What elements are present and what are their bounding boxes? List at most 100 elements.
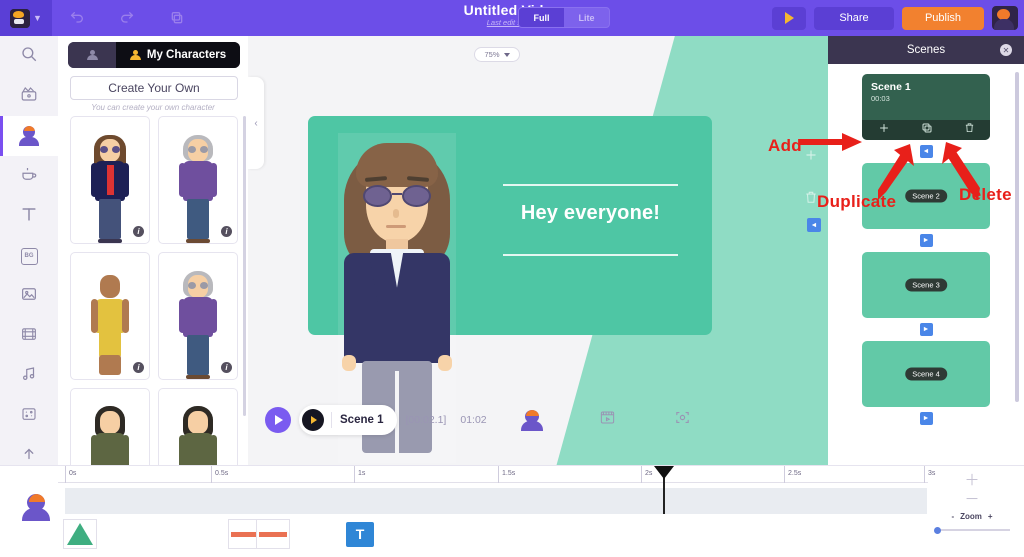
character-info-badge[interactable]: i	[133, 226, 144, 237]
character-card[interactable]: i	[70, 252, 150, 380]
sidebar-item-search[interactable]	[0, 36, 58, 76]
timeline: 0s 0.5s 1s 1.5s 2s 2.5s 3s T ＋ － - Zoom …	[0, 466, 1024, 557]
scene-play-button[interactable]	[302, 409, 324, 431]
character-info-badge[interactable]: i	[221, 362, 232, 373]
delete-scene-button[interactable]	[964, 121, 975, 139]
collapse-left-panel-button[interactable]: ‹	[248, 77, 264, 169]
sidebar-item-video[interactable]	[0, 316, 58, 356]
zoom-slider-knob[interactable]	[934, 527, 941, 534]
sidebar-item-scenes[interactable]	[0, 76, 58, 116]
character-card[interactable]: i	[158, 252, 238, 380]
user-avatar-icon[interactable]	[992, 6, 1018, 30]
video-scene-icon	[20, 85, 38, 108]
character-icon[interactable]	[520, 409, 543, 431]
focus-button[interactable]	[674, 409, 691, 431]
eyeglasses-icon	[188, 282, 208, 289]
total-time-label: 01:02	[460, 414, 487, 426]
robot-logo-icon	[10, 8, 31, 28]
zoom-label: Zoom	[960, 512, 982, 521]
play-icon	[275, 415, 283, 425]
canvas-zoom-select[interactable]: 75%	[474, 47, 520, 62]
chevron-down-icon[interactable]: ▼	[33, 13, 42, 23]
create-hint-text: You can create your own character	[91, 103, 215, 112]
current-scene-chip[interactable]: Scene 1	[299, 405, 398, 435]
create-your-own-button[interactable]: Create Your Own	[70, 76, 238, 100]
publish-button[interactable]: Publish	[902, 6, 984, 30]
character-card[interactable]: i	[158, 116, 238, 244]
sidebar-item-effects[interactable]	[0, 396, 58, 436]
chevron-down-icon	[503, 52, 510, 57]
zoom-slider[interactable]	[934, 527, 1010, 534]
insert-transition-button[interactable]: ◄	[919, 145, 933, 158]
video-clip-icon	[20, 325, 38, 348]
insert-transition-button[interactable]: ►	[919, 323, 933, 336]
sidebar-item-image[interactable]	[0, 276, 58, 316]
tab-my-characters[interactable]: My Characters	[116, 42, 240, 68]
playback-bar: Scene 1 [00:02.1] 01:02	[265, 403, 691, 437]
timeline-clip-prop[interactable]	[256, 519, 290, 549]
sidebar-item-text[interactable]	[0, 196, 58, 236]
decorative-line-bottom	[503, 254, 678, 256]
tick-label: 2s	[645, 470, 653, 477]
scene-thumbnail[interactable]: Scene 4	[862, 341, 990, 407]
canvas-area[interactable]: 75% Hey everyone! ◄ ‹	[248, 36, 848, 466]
tick-label: 1.5s	[502, 470, 516, 477]
canvas-blue-action-button[interactable]: ◄	[807, 218, 821, 232]
mode-lite-tab[interactable]: Lite	[564, 8, 609, 27]
close-icon[interactable]: ✕	[1000, 44, 1012, 56]
scene-thumbnail[interactable]: Scene 3	[862, 252, 990, 318]
zoom-minus-label[interactable]: -	[945, 512, 960, 521]
character-tabs: My Characters	[68, 42, 240, 68]
scenes-panel-title: Scenes	[906, 44, 946, 56]
prop-icon	[20, 165, 38, 188]
sidebar-item-characters[interactable]	[0, 116, 58, 156]
top-bar: ▼ Untitled Video Last edit saved Full Li…	[0, 0, 1024, 36]
zoom-out-button[interactable]: －	[961, 492, 983, 509]
stage-headline-text[interactable]: Hey everyone!	[503, 202, 678, 225]
character-info-badge[interactable]: i	[221, 226, 232, 237]
preview-button[interactable]	[772, 6, 806, 30]
timeline-clip-character[interactable]	[63, 519, 97, 549]
tab-all-characters[interactable]	[68, 42, 116, 68]
insert-transition-button[interactable]: ►	[919, 234, 933, 247]
zoom-plus-label[interactable]: +	[982, 512, 999, 521]
mode-toggle[interactable]: Full Lite	[518, 7, 610, 28]
sidebar-item-props[interactable]	[0, 156, 58, 196]
timeline-clip-text[interactable]: T	[343, 519, 377, 549]
character-info-badge[interactable]: i	[133, 362, 144, 373]
arrow-to-add	[800, 133, 862, 151]
annotation-add: Add	[768, 136, 802, 155]
scene-thumbnail-selected[interactable]: Scene 1 00:03	[862, 74, 990, 140]
scene-settings-button[interactable]	[599, 410, 616, 430]
characters-scrollbar[interactable]	[243, 116, 246, 416]
zoom-in-button[interactable]: ＋	[961, 473, 983, 490]
duplicate-scene-button[interactable]	[921, 121, 933, 139]
redo-button[interactable]	[102, 0, 152, 36]
sidebar-item-music[interactable]	[0, 356, 58, 396]
timeline-playhead[interactable]	[654, 466, 674, 514]
timeline-ruler[interactable]: 0s 0.5s 1s 1.5s 2s 2.5s 3s	[58, 466, 935, 483]
annotation-duplicate: Duplicate	[817, 192, 897, 211]
app-root: ▼ Untitled Video Last edit saved Full Li…	[0, 0, 1024, 557]
timeline-zoom-controls: ＋ － - Zoom +	[934, 473, 1010, 534]
zoom-label-row: - Zoom +	[934, 512, 1010, 521]
timeline-track[interactable]	[65, 488, 927, 514]
scene-badge: Scene 4	[905, 367, 947, 381]
share-button[interactable]: Share	[814, 6, 894, 30]
add-scene-button[interactable]	[878, 121, 890, 139]
character-card[interactable]: i	[70, 116, 150, 244]
scenes-list[interactable]: Scene 1 00:03 ◄ Scene 2 ► Scene 3 ► Scen…	[828, 64, 1024, 466]
mode-full-tab[interactable]: Full	[519, 8, 564, 27]
timeline-character-icon[interactable]	[22, 494, 50, 521]
scenes-scrollbar[interactable]	[1015, 72, 1019, 402]
sidebar-item-background[interactable]: BG	[0, 236, 58, 276]
copy-button[interactable]	[152, 0, 202, 36]
characters-panel: My Characters Create Your Own You can cr…	[58, 36, 248, 504]
undo-button[interactable]	[52, 0, 102, 36]
play-button[interactable]	[265, 407, 291, 433]
canvas-delete-button[interactable]	[804, 189, 818, 210]
insert-transition-button[interactable]: ►	[919, 412, 933, 425]
triangle-icon	[67, 523, 93, 545]
copy-icon	[169, 10, 185, 26]
app-logo-button[interactable]: ▼	[0, 0, 52, 36]
